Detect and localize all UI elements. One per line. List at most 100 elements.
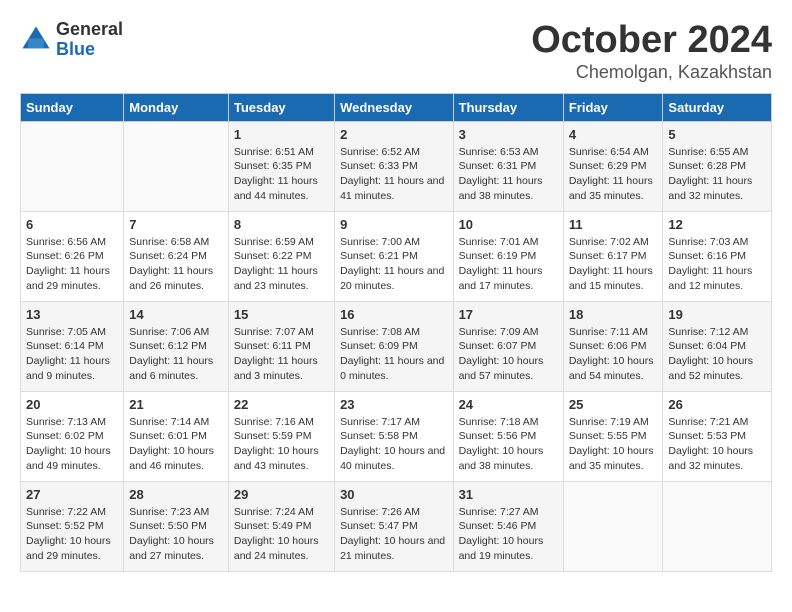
day-number: 24 bbox=[459, 397, 558, 412]
day-number: 20 bbox=[26, 397, 118, 412]
page-header: General Blue October 2024 Chemolgan, Kaz… bbox=[20, 20, 772, 83]
day-info: Sunrise: 7:11 AMSunset: 6:06 PMDaylight:… bbox=[569, 325, 658, 384]
day-info: Sunrise: 7:23 AMSunset: 5:50 PMDaylight:… bbox=[129, 505, 223, 564]
header-day-saturday: Saturday bbox=[663, 93, 772, 121]
day-cell: 24 Sunrise: 7:18 AMSunset: 5:56 PMDayligh… bbox=[453, 391, 563, 481]
day-number: 18 bbox=[569, 307, 658, 322]
logo: General Blue bbox=[20, 20, 123, 60]
day-number: 28 bbox=[129, 487, 223, 502]
day-number: 7 bbox=[129, 217, 223, 232]
day-cell: 7 Sunrise: 6:58 AMSunset: 6:24 PMDaylight… bbox=[124, 211, 229, 301]
day-cell: 15 Sunrise: 7:07 AMSunset: 6:11 PMDayligh… bbox=[228, 301, 334, 391]
logo-general-text: General bbox=[56, 20, 123, 40]
logo-icon bbox=[20, 24, 52, 56]
day-cell: 22Sunrise: 7:16 AMSunset: 5:59 PMDayligh… bbox=[228, 391, 334, 481]
calendar-table: SundayMondayTuesdayWednesdayThursdayFrid… bbox=[20, 93, 772, 572]
day-cell: 26 Sunrise: 7:21 AMSunset: 5:53 PMDayligh… bbox=[663, 391, 772, 481]
day-number: 10 bbox=[459, 217, 558, 232]
day-cell: 8Sunrise: 6:59 AMSunset: 6:22 PMDaylight… bbox=[228, 211, 334, 301]
day-number: 19 bbox=[668, 307, 766, 322]
day-number: 17 bbox=[459, 307, 558, 322]
day-info: Sunrise: 7:03 AMSunset: 6:16 PMDaylight:… bbox=[668, 235, 766, 294]
header-day-tuesday: Tuesday bbox=[228, 93, 334, 121]
day-info: Sunrise: 6:54 AMSunset: 6:29 PMDaylight:… bbox=[569, 145, 658, 204]
day-cell: 27 Sunrise: 7:22 AMSunset: 5:52 PMDayligh… bbox=[21, 481, 124, 571]
day-info: Sunrise: 6:58 AMSunset: 6:24 PMDaylight:… bbox=[129, 235, 223, 294]
header-day-wednesday: Wednesday bbox=[335, 93, 453, 121]
day-info: Sunrise: 7:22 AMSunset: 5:52 PMDaylight:… bbox=[26, 505, 118, 564]
day-info: Sunrise: 7:18 AMSunset: 5:56 PMDaylight:… bbox=[459, 415, 558, 474]
logo-text: General Blue bbox=[56, 20, 123, 60]
day-info: Sunrise: 7:07 AMSunset: 6:11 PMDaylight:… bbox=[234, 325, 329, 384]
day-info: Sunrise: 7:14 AMSunset: 6:01 PMDaylight:… bbox=[129, 415, 223, 474]
week-row-3: 13Sunrise: 7:05 AMSunset: 6:14 PMDayligh… bbox=[21, 301, 772, 391]
day-number: 9 bbox=[340, 217, 447, 232]
day-cell: 30 Sunrise: 7:26 AMSunset: 5:47 PMDayligh… bbox=[335, 481, 453, 571]
day-number: 31 bbox=[459, 487, 558, 502]
header-day-thursday: Thursday bbox=[453, 93, 563, 121]
day-cell: 28 Sunrise: 7:23 AMSunset: 5:50 PMDayligh… bbox=[124, 481, 229, 571]
day-number: 3 bbox=[459, 127, 558, 142]
day-cell: 14 Sunrise: 7:06 AMSunset: 6:12 PMDayligh… bbox=[124, 301, 229, 391]
day-cell: 23Sunrise: 7:17 AMSunset: 5:58 PMDayligh… bbox=[335, 391, 453, 481]
day-number: 14 bbox=[129, 307, 223, 322]
day-info: Sunrise: 7:21 AMSunset: 5:53 PMDaylight:… bbox=[668, 415, 766, 474]
day-number: 1 bbox=[234, 127, 329, 142]
day-number: 6 bbox=[26, 217, 118, 232]
day-cell: 11 Sunrise: 7:02 AMSunset: 6:17 PMDayligh… bbox=[563, 211, 663, 301]
day-info: Sunrise: 7:08 AMSunset: 6:09 PMDaylight:… bbox=[340, 325, 447, 384]
day-cell: 21Sunrise: 7:14 AMSunset: 6:01 PMDayligh… bbox=[124, 391, 229, 481]
day-cell: 3 Sunrise: 6:53 AMSunset: 6:31 PMDaylight… bbox=[453, 121, 563, 211]
day-cell bbox=[663, 481, 772, 571]
day-cell: 29Sunrise: 7:24 AMSunset: 5:49 PMDayligh… bbox=[228, 481, 334, 571]
day-info: Sunrise: 7:26 AMSunset: 5:47 PMDaylight:… bbox=[340, 505, 447, 564]
week-row-4: 20Sunrise: 7:13 AMSunset: 6:02 PMDayligh… bbox=[21, 391, 772, 481]
day-cell: 17 Sunrise: 7:09 AMSunset: 6:07 PMDayligh… bbox=[453, 301, 563, 391]
header-day-friday: Friday bbox=[563, 93, 663, 121]
day-cell: 19Sunrise: 7:12 AMSunset: 6:04 PMDayligh… bbox=[663, 301, 772, 391]
day-cell: 18 Sunrise: 7:11 AMSunset: 6:06 PMDayligh… bbox=[563, 301, 663, 391]
day-number: 16 bbox=[340, 307, 447, 322]
day-cell: 1 Sunrise: 6:51 AMSunset: 6:35 PMDaylight… bbox=[228, 121, 334, 211]
day-number: 4 bbox=[569, 127, 658, 142]
day-info: Sunrise: 7:00 AMSunset: 6:21 PMDaylight:… bbox=[340, 235, 447, 294]
day-info: Sunrise: 7:01 AMSunset: 6:19 PMDaylight:… bbox=[459, 235, 558, 294]
day-number: 11 bbox=[569, 217, 658, 232]
day-info: Sunrise: 6:52 AMSunset: 6:33 PMDaylight:… bbox=[340, 145, 447, 204]
day-number: 30 bbox=[340, 487, 447, 502]
day-info: Sunrise: 6:59 AMSunset: 6:22 PMDaylight:… bbox=[234, 235, 329, 294]
day-info: Sunrise: 6:51 AMSunset: 6:35 PMDaylight:… bbox=[234, 145, 329, 204]
day-info: Sunrise: 7:02 AMSunset: 6:17 PMDaylight:… bbox=[569, 235, 658, 294]
day-info: Sunrise: 6:53 AMSunset: 6:31 PMDaylight:… bbox=[459, 145, 558, 204]
day-cell: 13Sunrise: 7:05 AMSunset: 6:14 PMDayligh… bbox=[21, 301, 124, 391]
day-info: Sunrise: 7:05 AMSunset: 6:14 PMDaylight:… bbox=[26, 325, 118, 384]
header-row: SundayMondayTuesdayWednesdayThursdayFrid… bbox=[21, 93, 772, 121]
day-info: Sunrise: 7:24 AMSunset: 5:49 PMDaylight:… bbox=[234, 505, 329, 564]
header-day-monday: Monday bbox=[124, 93, 229, 121]
day-number: 15 bbox=[234, 307, 329, 322]
day-info: Sunrise: 7:16 AMSunset: 5:59 PMDaylight:… bbox=[234, 415, 329, 474]
day-cell: 4 Sunrise: 6:54 AMSunset: 6:29 PMDaylight… bbox=[563, 121, 663, 211]
location: Chemolgan, Kazakhstan bbox=[531, 62, 772, 83]
day-cell: 20Sunrise: 7:13 AMSunset: 6:02 PMDayligh… bbox=[21, 391, 124, 481]
day-cell: 16 Sunrise: 7:08 AMSunset: 6:09 PMDayligh… bbox=[335, 301, 453, 391]
day-info: Sunrise: 6:56 AMSunset: 6:26 PMDaylight:… bbox=[26, 235, 118, 294]
day-number: 23 bbox=[340, 397, 447, 412]
day-info: Sunrise: 7:19 AMSunset: 5:55 PMDaylight:… bbox=[569, 415, 658, 474]
day-number: 5 bbox=[668, 127, 766, 142]
day-number: 26 bbox=[668, 397, 766, 412]
day-number: 12 bbox=[668, 217, 766, 232]
day-cell: 31Sunrise: 7:27 AMSunset: 5:46 PMDayligh… bbox=[453, 481, 563, 571]
calendar-header: SundayMondayTuesdayWednesdayThursdayFrid… bbox=[21, 93, 772, 121]
day-number: 27 bbox=[26, 487, 118, 502]
week-row-2: 6 Sunrise: 6:56 AMSunset: 6:26 PMDaylight… bbox=[21, 211, 772, 301]
day-cell: 12 Sunrise: 7:03 AMSunset: 6:16 PMDayligh… bbox=[663, 211, 772, 301]
calendar-body: 1 Sunrise: 6:51 AMSunset: 6:35 PMDaylight… bbox=[21, 121, 772, 571]
header-day-sunday: Sunday bbox=[21, 93, 124, 121]
day-cell: 10 Sunrise: 7:01 AMSunset: 6:19 PMDayligh… bbox=[453, 211, 563, 301]
day-cell: 9 Sunrise: 7:00 AMSunset: 6:21 PMDaylight… bbox=[335, 211, 453, 301]
day-cell: 6 Sunrise: 6:56 AMSunset: 6:26 PMDaylight… bbox=[21, 211, 124, 301]
day-info: Sunrise: 7:06 AMSunset: 6:12 PMDaylight:… bbox=[129, 325, 223, 384]
day-info: Sunrise: 7:09 AMSunset: 6:07 PMDaylight:… bbox=[459, 325, 558, 384]
day-info: Sunrise: 6:55 AMSunset: 6:28 PMDaylight:… bbox=[668, 145, 766, 204]
